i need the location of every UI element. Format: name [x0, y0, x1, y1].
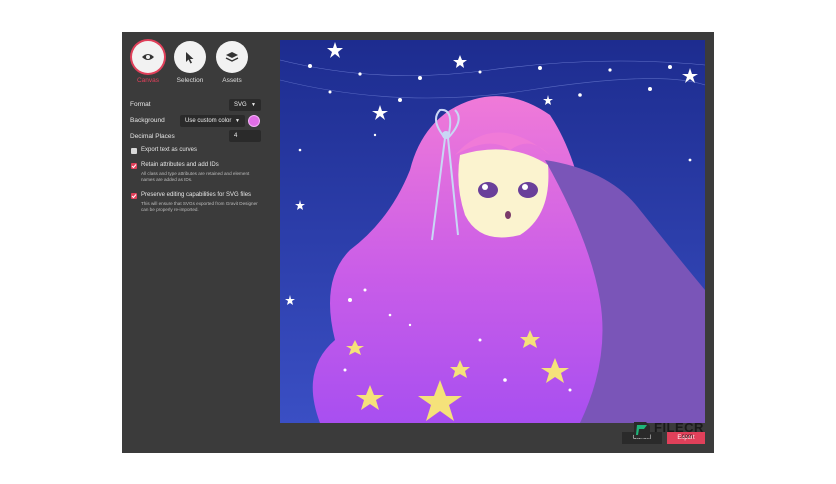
export-dialog: Canvas Selection Assets Format SVG ▼ Bac…	[122, 32, 714, 453]
canvas-mode-label: Canvas	[136, 77, 160, 84]
cursor-icon	[186, 51, 194, 63]
assets-mode-label: Assets	[222, 77, 242, 84]
background-label: Background	[130, 117, 165, 124]
retain-attributes-description: All class and type attributes are retain…	[141, 171, 250, 182]
preserve-editing-label: Preserve editing capabilities for SVG fi…	[141, 192, 252, 198]
background-select[interactable]: Use custom color ▼	[180, 115, 245, 127]
watermark-domain: .com	[680, 434, 694, 440]
selection-mode-label: Selection	[176, 77, 204, 84]
chevron-down-icon: ▼	[251, 102, 256, 108]
export-settings-panel: Canvas Selection Assets Format SVG ▼ Bac…	[122, 32, 280, 453]
canvas-mode-button[interactable]	[132, 41, 164, 73]
checkmark-icon	[131, 194, 137, 199]
format-select[interactable]: SVG ▼	[229, 99, 261, 111]
format-value: SVG	[234, 102, 247, 108]
checkmark-icon	[131, 164, 137, 169]
layers-icon	[225, 51, 239, 62]
selection-mode-button[interactable]	[174, 41, 206, 73]
retain-attributes-checkbox[interactable]	[131, 163, 137, 169]
format-label: Format	[130, 101, 151, 108]
export-text-curves-checkbox[interactable]	[131, 148, 137, 154]
background-value: Use custom color	[185, 118, 232, 124]
assets-mode-button[interactable]	[216, 41, 248, 73]
decimal-places-value: 4	[234, 133, 238, 139]
retain-attributes-label: Retain attributes and add IDs	[141, 162, 219, 168]
artwork-preview	[280, 40, 705, 423]
preserve-editing-description: This will ensure that SVGs exported from…	[141, 201, 258, 212]
decimal-places-label: Decimal Places	[130, 133, 175, 140]
background-color-swatch[interactable]	[248, 115, 260, 127]
preserve-editing-checkbox[interactable]	[131, 193, 137, 199]
decimal-places-input[interactable]: 4	[229, 130, 261, 142]
chevron-down-icon: ▼	[235, 118, 240, 124]
export-text-curves-label: Export text as curves	[141, 147, 198, 153]
eye-icon	[142, 54, 154, 60]
watermark-brand: FILECR	[654, 420, 704, 435]
filecr-logo-icon	[634, 422, 650, 438]
